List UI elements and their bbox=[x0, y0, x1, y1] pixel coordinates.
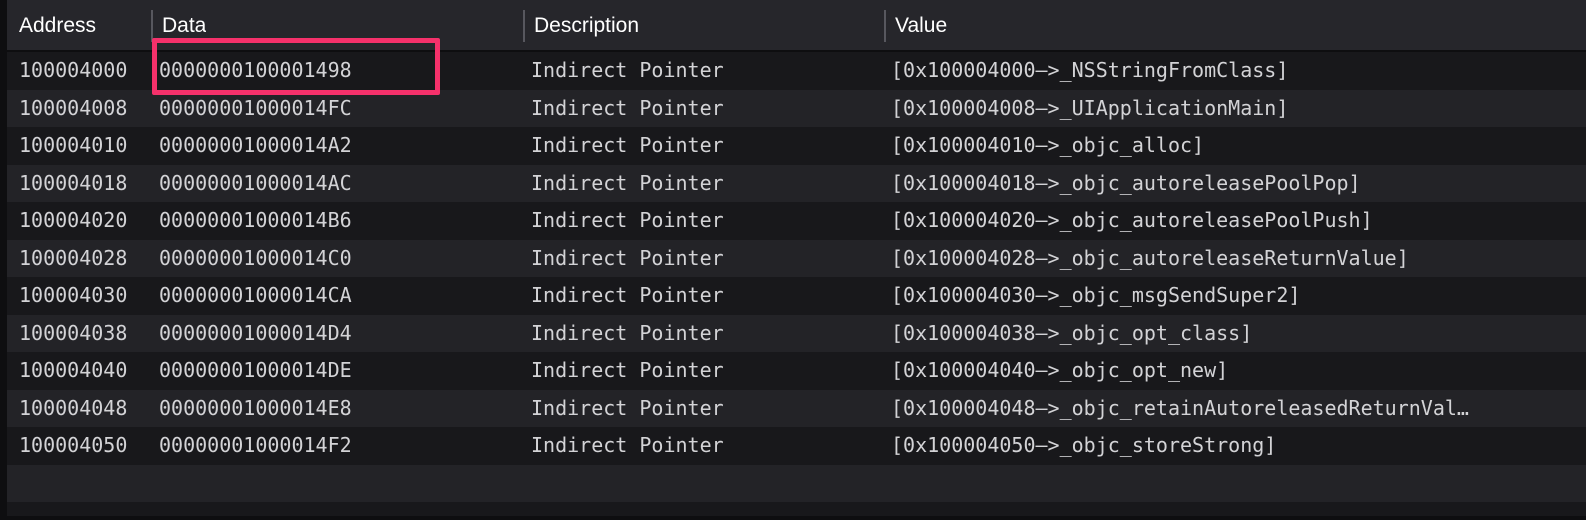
cell-value[interactable]: [0x100004050–>_objc_storeStrong] bbox=[891, 427, 1585, 465]
cell-address[interactable]: 100004008 bbox=[19, 90, 149, 128]
cell-value[interactable]: [0x100004038–>_objc_opt_class] bbox=[891, 315, 1585, 353]
table-row[interactable]: 100004030 00000001000014CA Indirect Pointe… bbox=[7, 277, 1586, 315]
cell-address[interactable]: 100004038 bbox=[19, 315, 149, 353]
cell-data[interactable]: 00000001000014CA bbox=[159, 277, 519, 315]
cell-value[interactable]: [0x100004018–>_objc_autoreleasePoolPop] bbox=[891, 165, 1585, 203]
cell-data[interactable]: 00000001000014C0 bbox=[159, 240, 519, 278]
cell-description[interactable]: Indirect Pointer bbox=[531, 427, 881, 465]
table-empty-row bbox=[7, 464, 1586, 502]
cell-data[interactable]: 00000001000014FC bbox=[159, 90, 519, 128]
table-row[interactable]: 100004048 00000001000014E8 Indirect Pointe… bbox=[7, 389, 1586, 428]
column-header-value[interactable]: Value bbox=[895, 0, 947, 52]
cell-description[interactable]: Indirect Pointer bbox=[531, 202, 881, 240]
cell-value[interactable]: [0x100004010–>_objc_alloc] bbox=[891, 127, 1585, 165]
table-empty-row bbox=[7, 502, 1586, 516]
table-row[interactable]: 100004050 00000001000014F2 Indirect Pointe… bbox=[7, 427, 1586, 465]
column-header-data-label: Data bbox=[162, 14, 207, 37]
column-divider-data[interactable] bbox=[151, 10, 153, 42]
cell-address[interactable]: 100004048 bbox=[19, 390, 149, 428]
table-row[interactable]: 100004008 00000001000014FC Indirect Pointe… bbox=[7, 89, 1586, 128]
cell-address[interactable]: 100004018 bbox=[19, 165, 149, 203]
table-row[interactable]: 100004040 00000001000014DE Indirect Pointe… bbox=[7, 352, 1586, 390]
cell-value[interactable]: [0x100004030–>_objc_msgSendSuper2] bbox=[891, 277, 1585, 315]
cell-value[interactable]: [0x100004048–>_objc_retainAutoreleasedRe… bbox=[891, 390, 1585, 428]
column-header-description[interactable]: Description bbox=[534, 0, 639, 52]
cell-value[interactable]: [0x100004040–>_objc_opt_new] bbox=[891, 352, 1585, 390]
column-header-description-label: Description bbox=[534, 14, 640, 37]
cell-data[interactable]: 00000001000014A2 bbox=[159, 127, 519, 165]
cell-value[interactable]: [0x100004028–>_objc_autoreleaseReturnVal… bbox=[891, 240, 1585, 278]
cell-data[interactable]: 00000001000014B6 bbox=[159, 202, 519, 240]
cell-data[interactable]: 00000001000014AC bbox=[159, 165, 519, 203]
cell-data[interactable]: 00000001000014E8 bbox=[159, 390, 519, 428]
indirect-pointer-table-panel: Address Data Description Value 100004000… bbox=[0, 0, 1586, 520]
column-divider-value[interactable] bbox=[884, 10, 886, 42]
cell-description[interactable]: Indirect Pointer bbox=[531, 127, 881, 165]
cell-address[interactable]: 100004028 bbox=[19, 240, 149, 278]
cell-address[interactable]: 100004030 bbox=[19, 277, 149, 315]
cell-data[interactable]: 0000000100001498 bbox=[159, 52, 519, 90]
cell-data[interactable]: 00000001000014F2 bbox=[159, 427, 519, 465]
table-row[interactable]: 100004000 0000000100001498 Indirect Pointe… bbox=[7, 52, 1586, 90]
cell-address[interactable]: 100004010 bbox=[19, 127, 149, 165]
cell-description[interactable]: Indirect Pointer bbox=[531, 240, 881, 278]
cell-address[interactable]: 100004020 bbox=[19, 202, 149, 240]
table-row[interactable]: 100004020 00000001000014B6 Indirect Pointe… bbox=[7, 202, 1586, 240]
column-header-value-label: Value bbox=[895, 14, 948, 37]
cell-value[interactable]: [0x100004000–>_NSStringFromClass] bbox=[891, 52, 1585, 90]
cell-description[interactable]: Indirect Pointer bbox=[531, 277, 881, 315]
cell-address[interactable]: 100004000 bbox=[19, 52, 149, 90]
cell-description[interactable]: Indirect Pointer bbox=[531, 315, 881, 353]
cell-description[interactable]: Indirect Pointer bbox=[531, 352, 881, 390]
cell-data[interactable]: 00000001000014DE bbox=[159, 352, 519, 390]
cell-data[interactable]: 00000001000014D4 bbox=[159, 315, 519, 353]
column-header-address[interactable]: Address bbox=[19, 0, 96, 52]
table-row[interactable]: 100004010 00000001000014A2 Indirect Pointe… bbox=[7, 127, 1586, 165]
cell-value[interactable]: [0x100004008–>_UIApplicationMain] bbox=[891, 90, 1585, 128]
column-header-address-label: Address bbox=[19, 14, 97, 37]
cell-address[interactable]: 100004050 bbox=[19, 427, 149, 465]
cell-address[interactable]: 100004040 bbox=[19, 352, 149, 390]
table-body[interactable]: 100004000 0000000100001498 Indirect Pointe… bbox=[7, 52, 1586, 516]
cell-description[interactable]: Indirect Pointer bbox=[531, 165, 881, 203]
cell-description[interactable]: Indirect Pointer bbox=[531, 52, 881, 90]
cell-description[interactable]: Indirect Pointer bbox=[531, 390, 881, 428]
table-header-row: Address Data Description Value bbox=[7, 0, 1586, 52]
table-row[interactable]: 100004028 00000001000014C0 Indirect Pointe… bbox=[7, 239, 1586, 278]
cell-value[interactable]: [0x100004020–>_objc_autoreleasePoolPush] bbox=[891, 202, 1585, 240]
table-row[interactable]: 100004018 00000001000014AC Indirect Pointe… bbox=[7, 164, 1586, 203]
column-divider-description[interactable] bbox=[523, 10, 525, 42]
cell-description[interactable]: Indirect Pointer bbox=[531, 90, 881, 128]
table-row[interactable]: 100004038 00000001000014D4 Indirect Pointe… bbox=[7, 314, 1586, 353]
column-header-data[interactable]: Data bbox=[162, 0, 206, 52]
